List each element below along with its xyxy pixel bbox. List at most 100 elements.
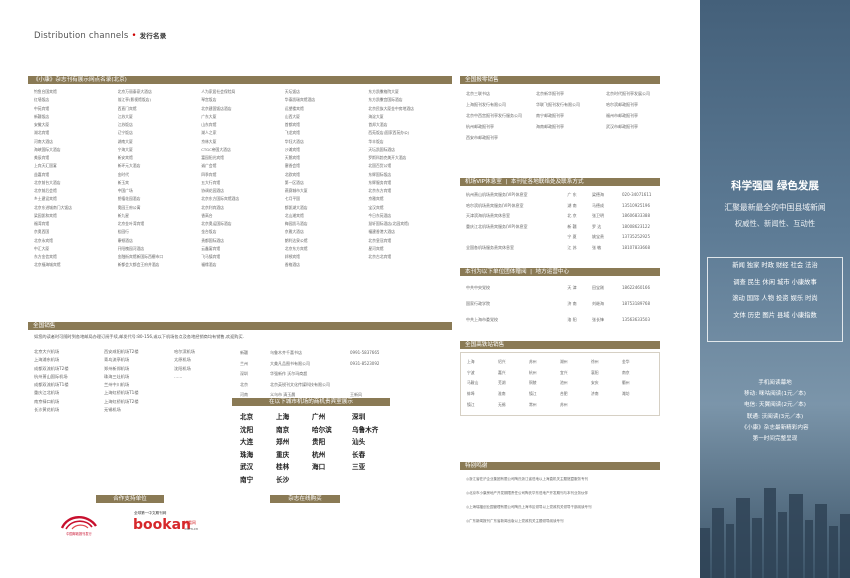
- venue-item: 美辰宾馆: [34, 155, 50, 160]
- city-item: 南宁: [240, 475, 254, 484]
- venue-item: 邦顿宾馆: [284, 254, 300, 259]
- venue-item: 新环元大酒店: [117, 163, 141, 169]
- venue-item: 北京建国饭店酒店: [201, 105, 232, 111]
- venue-item: 乡土建设宾馆: [34, 196, 57, 202]
- station-item: 镇江: [467, 401, 475, 407]
- section-header-airport-lounges: 在以下城市机场的商机贵宾室展示: [232, 398, 390, 406]
- station-item: 宁波: [467, 369, 475, 375]
- phone-number: 18753189768: [622, 301, 650, 306]
- venue-item: 新都会大都会王府井酒店: [117, 262, 160, 268]
- venue-item: 东辉国际饭店: [368, 171, 392, 177]
- airport-item: 成都双流机场T2楼: [34, 365, 69, 371]
- venue-item: 北京利宾酒店: [201, 204, 224, 210]
- retail-outlet: 北京中西宫报刊亭发行服务公司: [466, 113, 522, 118]
- retail-outlet: 北京新华报刊亭: [536, 91, 564, 96]
- venue-item: 今日东苑酒店: [368, 212, 392, 218]
- venue-item: 翁江亭(影视馆饭店): [117, 97, 151, 103]
- china-post-caption: 中国邮政报刊发行: [66, 531, 92, 536]
- bookan-logo[interactable]: 全球第一中文期刊网 bookan 博看网 .com.cn: [132, 508, 202, 538]
- distributor-list: 新疆 乌鲁木齐千喜书店 0991-5837665 兰州 大美凡品图书有限公司 0931-8…: [240, 348, 390, 401]
- venue-item: 京雅宾馆: [368, 196, 384, 202]
- venue-item: 北山湘宾馆: [284, 212, 304, 218]
- airport-item: [174, 381, 234, 389]
- venue-item: 北京奥运国际酒店: [201, 221, 232, 226]
- venue-item: 中汇大厦: [34, 245, 50, 251]
- venue-item: 燕赛城市大厦: [284, 188, 308, 193]
- venue-item: 东方凯撒格院大厦: [368, 89, 399, 94]
- region: 广 东: [567, 192, 577, 197]
- category-line: 滚动 国际 人物 投资 娱乐 时尚: [732, 295, 818, 302]
- venue-item: 第一区酒店: [284, 179, 304, 185]
- venue-item: 北京东方宾馆: [368, 188, 392, 193]
- venue-item: 北京前后会馆: [34, 188, 57, 193]
- venue-item: 人为家居社会保险局: [201, 89, 236, 94]
- mobile-line: 联通: 沃阅读(3元／本): [746, 413, 804, 420]
- city-skyline-illustration: [700, 488, 850, 578]
- venue-item: 梁园凯和宾馆: [34, 212, 57, 218]
- venue-item: 协调花园酒店: [201, 188, 224, 193]
- venue-item: 上宾天汇国宴: [34, 163, 57, 169]
- venue-item: 北京前台大酒店: [34, 179, 61, 185]
- city-item: 三亚: [352, 463, 366, 472]
- display-venues-grid: 钓鱼台国宾馆 北京万丽泰豪大酒店 人为家居社会保险局 天坛饭店 东方凯撒格院大厦 红墙饭店…: [34, 88, 452, 270]
- venue-item: 北京万丽泰豪大酒店: [117, 89, 152, 94]
- distributor-name: 乌鲁木齐千喜书店: [270, 350, 302, 355]
- airport-item: 上海浦东机场: [34, 357, 60, 363]
- station-item: 上海: [467, 359, 475, 364]
- airport-item: 珠海三灶机场: [104, 373, 130, 379]
- venue-item: 北京东方宾馆: [284, 245, 308, 251]
- distributor-region: 北京: [240, 381, 248, 387]
- category-line: 调查 民生 休闲 城市 小康故事: [733, 278, 817, 286]
- station-item: 马鞍山: [467, 380, 479, 386]
- venue-item: 北京东进城南门大饭店: [34, 204, 72, 210]
- airport-item: 成都双流机场T1楼: [34, 382, 69, 387]
- venue-item: 开阳槐园河酒店: [117, 245, 145, 251]
- subscriber-unit: 中共中央党校: [466, 285, 490, 290]
- distributor-name: 大美凡品图书有限公司: [270, 360, 310, 366]
- retail-outlet: 上海报刊发行有限公司: [466, 102, 506, 107]
- phone-number: 18008623122: [622, 223, 650, 229]
- city-item: 广州: [312, 413, 326, 421]
- vip-row: 全国各机场服务贵宾休息室 江 苏 张 敏 18107833668: [466, 243, 662, 254]
- mobile-line: 移动: 咪咕阅读(1元／本): [744, 391, 806, 398]
- station-item: 嘉兴: [498, 369, 506, 375]
- bookan-url: .com.cn: [184, 527, 198, 531]
- region: 济 南: [567, 301, 577, 306]
- city-item: 上海: [276, 413, 290, 421]
- airport-item: 西安咸阳机场T2楼: [104, 349, 139, 354]
- airport-item: 郑州新郑机场: [104, 365, 130, 371]
- page: Distribution channels • 发行名录 《小康》杂志刊有展示网…: [0, 0, 850, 578]
- retail-row: 北京中西宫报刊亭发行服务公司 南宁邮政报刊亭 福州市邮政报刊亭: [466, 110, 676, 121]
- venue-item: 天坛凯国际酒店: [368, 146, 395, 152]
- airport-item: 上海虹桥机场T2楼: [104, 398, 139, 404]
- station-item: 淮南: [498, 391, 506, 397]
- venue-item: 远望楼宾馆: [284, 105, 304, 111]
- mobile-line: 电信: 天翼阅读(2元／本): [744, 402, 806, 409]
- promo-panel: 科学强国 绿色发展 汇聚最新最全的中国县域新闻 权威性、新闻性、互动性 新闻 独…: [700, 0, 850, 578]
- venue-item: 天鹅宾馆: [284, 155, 300, 160]
- station-item: 常州: [529, 401, 537, 407]
- special-thanks-item: ◎北京市小康房地产开发期限责任公司陶氏华东驻地产开发期刊与本刊业务伙伴: [466, 491, 589, 495]
- rail-station-grid: 上海 绍兴 苏州 湖州 徐州 金华 宁波 嘉兴 杭州 宜兴 襄阳 南京 马鞍山 芜湖 铜陵 池州 安庆 衢州 蚌埠淮…: [460, 352, 660, 416]
- venue-item: 河南大酒店: [34, 138, 53, 144]
- venue-item: 天坛饭店: [284, 89, 300, 94]
- retail-outlet: 南宁邮政报刊亭: [536, 113, 564, 118]
- city-item: 珠海: [240, 450, 254, 459]
- venue-item: 西苑饭店(国家西苑办公): [368, 130, 410, 136]
- contact-person: 马德成: [592, 202, 604, 208]
- venue-item: 新玉宾: [117, 179, 129, 185]
- distributor-row: 兰州 大美凡品图书有限公司 0931-8523092: [240, 359, 390, 370]
- station-item: 蚌埠: [467, 391, 475, 397]
- section-header-partners: 合作支持单位: [96, 495, 164, 503]
- airport-item: 太原机场: [174, 357, 191, 363]
- station-item: 潍坊: [622, 391, 630, 397]
- city-item: 长春: [352, 450, 366, 459]
- venue-item: 江苏饭店: [117, 122, 133, 127]
- phone-number: 18107833668: [622, 244, 650, 250]
- venue-item: 云鑫宴宾馆: [201, 245, 221, 251]
- city-item: 海口: [312, 463, 326, 472]
- station-item: [622, 400, 653, 411]
- category-line: 文体 历史 图片 县域 小康指数: [733, 311, 817, 319]
- venue-item: 钓鱼台国宾馆: [34, 89, 57, 94]
- venue-item: 塞香会馆: [284, 163, 300, 169]
